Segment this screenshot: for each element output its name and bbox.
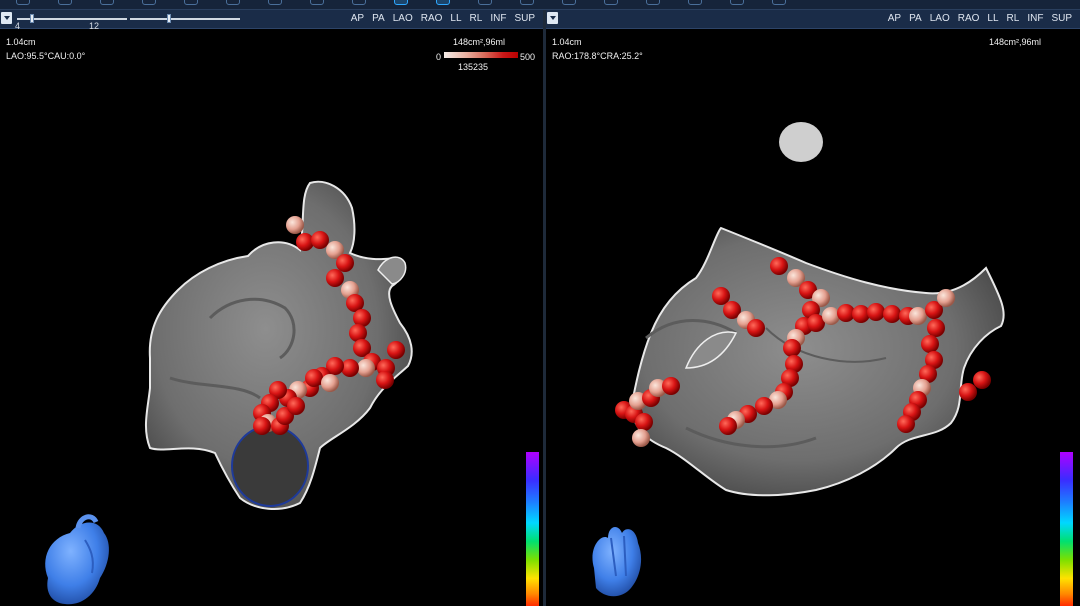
- grid-icon[interactable]: [478, 0, 492, 5]
- window-icon[interactable]: [604, 0, 618, 5]
- right-view-toolbar: AP PA LAO RAO LL RL INF SUP: [546, 10, 1080, 29]
- target-icon[interactable]: [520, 0, 534, 5]
- orientation-heart-icon[interactable]: [45, 514, 109, 605]
- lesion-point: [376, 371, 394, 389]
- right-heart-mesh-render[interactable]: [546, 28, 1080, 606]
- lesion-point: [336, 254, 354, 272]
- left-heart-mesh-render[interactable]: [0, 28, 543, 606]
- lesion-point: [287, 397, 305, 415]
- lesion-point: [897, 415, 915, 433]
- lesion-point: [822, 307, 840, 325]
- valve-opening: [231, 425, 309, 507]
- lesion-point: [921, 335, 939, 353]
- lesion-point: [927, 319, 945, 337]
- lesion-point: [783, 339, 801, 357]
- lesion-point: [387, 341, 405, 359]
- layers-icon[interactable]: [184, 0, 198, 5]
- shield-icon[interactable]: [352, 0, 366, 5]
- lesion-point: [357, 359, 375, 377]
- view-menu-dropdown-icon[interactable]: [547, 12, 558, 24]
- view-pa-button[interactable]: PA: [368, 10, 389, 28]
- clock-icon[interactable]: [772, 0, 786, 5]
- network-icon[interactable]: [730, 0, 744, 5]
- view-lao-button[interactable]: LAO: [926, 10, 954, 28]
- view-rl-button[interactable]: RL: [466, 10, 487, 28]
- view-orientation-buttons: AP PA LAO RAO LL RL INF SUP: [884, 10, 1076, 28]
- view-menu-dropdown-icon[interactable]: [1, 12, 12, 24]
- voltage-color-bar: [526, 452, 539, 606]
- catheter-icon[interactable]: [394, 0, 408, 5]
- lesion-point: [321, 374, 339, 392]
- lesion-point: [973, 371, 991, 389]
- lesion-point: [311, 231, 329, 249]
- heart-icon[interactable]: [16, 0, 30, 5]
- lesion-point: [755, 397, 773, 415]
- lesion-point: [712, 287, 730, 305]
- left-view-toolbar: 4 12 AP PA LAO RAO LL RL INF SUP: [0, 10, 543, 31]
- range-slider-min-thumb[interactable]: [30, 14, 34, 23]
- lesion-point: [662, 377, 680, 395]
- view-ap-button[interactable]: AP: [347, 10, 368, 28]
- view-rao-button[interactable]: RAO: [954, 10, 984, 28]
- view-ll-button[interactable]: LL: [446, 10, 465, 28]
- lesion-point: [747, 319, 765, 337]
- opacity-slider-thumb[interactable]: [167, 14, 171, 23]
- lesion-point: [632, 429, 650, 447]
- lesion-point: [770, 257, 788, 275]
- ruler-icon[interactable]: [562, 0, 576, 5]
- view-rl-button[interactable]: RL: [1003, 10, 1024, 28]
- catheter-tip-marker: [779, 122, 823, 162]
- lesion-point: [253, 417, 271, 435]
- save-icon[interactable]: [142, 0, 156, 5]
- catheter-icon[interactable]: [436, 0, 450, 5]
- left-3d-viewport[interactable]: 4 12 AP PA LAO RAO LL RL INF SUP 1.04cm …: [0, 10, 543, 606]
- view-inf-button[interactable]: INF: [486, 10, 510, 28]
- lesion-point: [719, 417, 737, 435]
- list-icon[interactable]: [646, 0, 660, 5]
- orientation-heart-icon[interactable]: [592, 526, 642, 597]
- view-ll-button[interactable]: LL: [983, 10, 1002, 28]
- cursor-icon[interactable]: [268, 0, 282, 5]
- lesion-point: [635, 413, 653, 431]
- view-inf-button[interactable]: INF: [1023, 10, 1047, 28]
- lesion-point: [937, 289, 955, 307]
- top-tool-strip: [0, 0, 1080, 10]
- view-rao-button[interactable]: RAO: [417, 10, 447, 28]
- view-lao-button[interactable]: LAO: [389, 10, 417, 28]
- lesion-point: [286, 216, 304, 234]
- lesion-point: [909, 307, 927, 325]
- right-3d-viewport[interactable]: AP PA LAO RAO LL RL INF SUP 1.04cm RAO:1…: [546, 10, 1080, 606]
- opacity-slider-track[interactable]: [130, 18, 240, 20]
- document-icon[interactable]: [100, 0, 114, 5]
- user-icon[interactable]: [310, 0, 324, 5]
- voltage-color-bar: [1060, 452, 1073, 606]
- lesion-point: [305, 369, 323, 387]
- view-sup-button[interactable]: SUP: [1047, 10, 1076, 28]
- view-pa-button[interactable]: PA: [905, 10, 926, 28]
- view-sup-button[interactable]: SUP: [510, 10, 539, 28]
- lesion-point: [326, 269, 344, 287]
- shield-icon[interactable]: [58, 0, 72, 5]
- map-pin-icon[interactable]: [226, 0, 240, 5]
- view-ap-button[interactable]: AP: [884, 10, 905, 28]
- lesion-point: [867, 303, 885, 321]
- view-orientation-buttons: AP PA LAO RAO LL RL INF SUP: [347, 10, 539, 28]
- glasses-icon[interactable]: [688, 0, 702, 5]
- lesion-point: [883, 305, 901, 323]
- lesion-point: [959, 383, 977, 401]
- atrium-mesh: [629, 226, 1005, 497]
